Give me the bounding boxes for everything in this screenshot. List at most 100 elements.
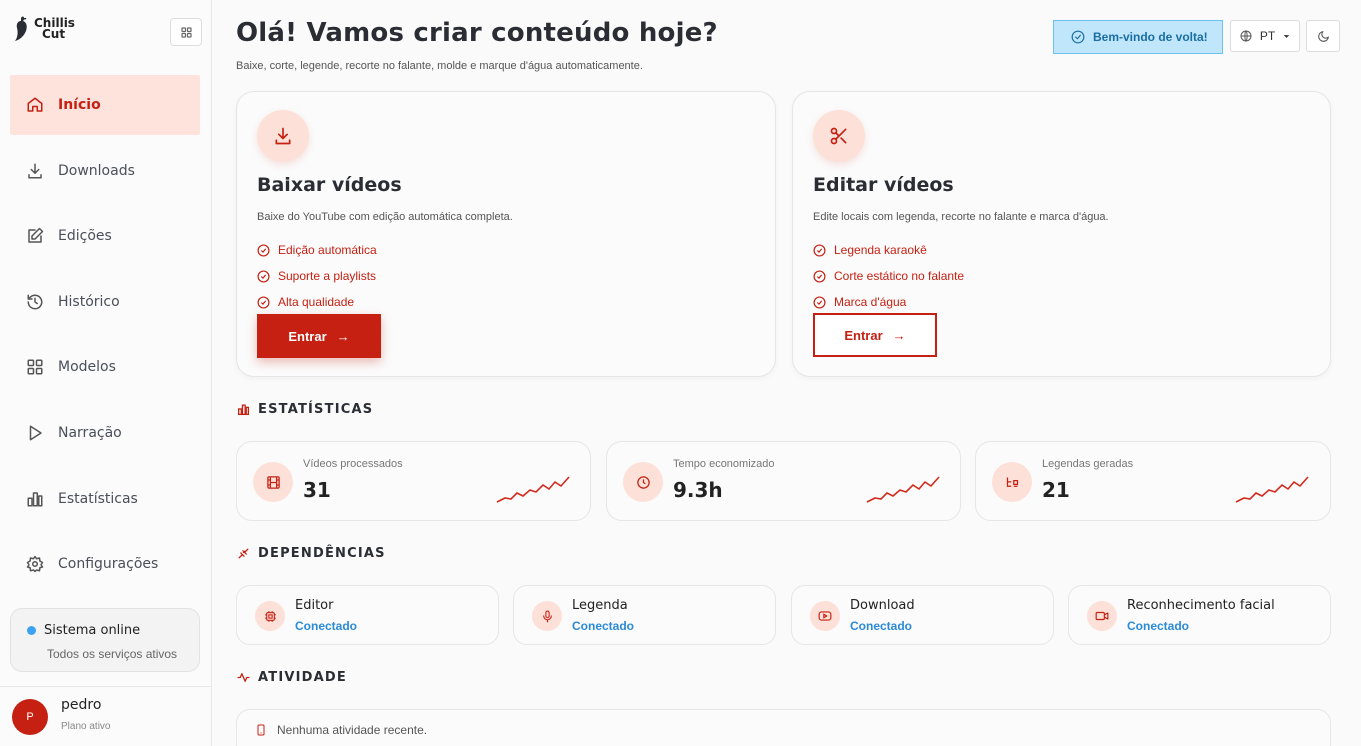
sidebar-item-label: Histórico: [58, 293, 120, 310]
dependency-editor: Editor Conectado: [236, 585, 499, 645]
logo[interactable]: Chillis Cut: [12, 16, 94, 42]
sparkline-chart: [496, 476, 570, 503]
theme-toggle-button[interactable]: [1306, 20, 1340, 52]
dep-status: Conectado: [850, 619, 913, 633]
enter-edits-button[interactable]: Entrar →: [813, 313, 937, 357]
feature-label: Alta qualidade: [278, 295, 355, 309]
card-description: Edite locais com legenda, recorte no fal…: [813, 211, 1109, 223]
dep-name: Legenda: [572, 598, 628, 613]
bar-chart-icon: [237, 404, 250, 416]
dep-name: Download: [850, 598, 915, 613]
section-title: DEPENDÊNCIAS: [258, 546, 386, 561]
check-circle-icon: [813, 269, 826, 283]
moon-icon: [1317, 30, 1329, 42]
sidebar-item-downloads[interactable]: Downloads: [10, 141, 200, 201]
welcome-text: Bem-vindo de volta!: [1093, 30, 1208, 44]
language-value: PT: [1259, 29, 1276, 43]
sparkline-chart: [866, 476, 940, 503]
clock-icon: [636, 475, 650, 489]
user-profile[interactable]: P pedro Plano ativo: [0, 686, 211, 746]
language-selector[interactable]: PT: [1230, 20, 1300, 52]
activity-panel: Nenhuma atividade recente.: [236, 709, 1331, 746]
dependency-download: Download Conectado: [791, 585, 1054, 645]
feature-list: Edição automática Suporte a playlists Al…: [257, 237, 377, 315]
sidebar-item-label: Modelos: [58, 359, 116, 376]
activity-empty-text: Nenhuma atividade recente.: [277, 723, 428, 737]
avatar[interactable]: P: [12, 699, 48, 735]
sidebar-nav: Início Downloads Edições Histórico Model…: [10, 75, 200, 600]
sidebar-item-inicio[interactable]: Início: [10, 75, 200, 135]
card-icon: [813, 110, 865, 162]
stat-card-subtitles: Legendas geradas 21: [975, 441, 1331, 521]
sidebar-item-narracao[interactable]: Narração: [10, 403, 200, 463]
scissors-icon: [830, 127, 847, 145]
dep-icon: [255, 601, 285, 631]
list-item: Alta qualidade: [257, 289, 377, 315]
logo-line2: Cut: [42, 27, 66, 41]
activity-heading: ATIVIDADE: [237, 670, 347, 685]
check-circle-icon: [257, 243, 270, 257]
sidebar-item-modelos[interactable]: Modelos: [10, 337, 200, 397]
youtube-icon: [818, 611, 832, 621]
stat-icon: [992, 462, 1032, 502]
home-icon: [27, 97, 43, 112]
dep-icon: [1087, 601, 1117, 631]
bar-chart-icon: [27, 491, 43, 507]
check-circle-icon: [257, 295, 270, 309]
stat-value: 9.3h: [673, 478, 723, 502]
card-description: Baixe do YouTube com edição automática c…: [257, 211, 513, 223]
status-dot-icon: [27, 626, 36, 635]
sidebar-item-historico[interactable]: Histórico: [10, 272, 200, 332]
feature-label: Legenda karaokê: [834, 243, 927, 257]
subtitles-icon: [1006, 477, 1018, 487]
sidebar-item-label: Início: [58, 97, 101, 113]
chevron-down-icon: [1283, 34, 1290, 38]
stat-card-videos: Vídeos processados 31: [236, 441, 591, 521]
list-item: Legenda karaokê: [813, 237, 964, 263]
dep-status: Conectado: [295, 619, 358, 633]
stat-label: Vídeos processados: [303, 458, 403, 470]
chili-logo-icon: [15, 16, 27, 41]
globe-icon: [1240, 30, 1252, 42]
sidebar-item-edicoes[interactable]: Edições: [10, 206, 200, 266]
cpu-icon: [264, 610, 276, 622]
check-circle-icon: [813, 243, 826, 257]
sidebar-item-estatisticas[interactable]: Estatísticas: [10, 469, 200, 529]
sidebar-item-label: Narração: [58, 424, 122, 441]
stat-label: Tempo economizado: [673, 458, 775, 470]
button-label: Entrar: [844, 327, 883, 343]
user-name: pedro: [61, 697, 102, 713]
feature-label: Marca d'água: [834, 295, 907, 309]
list-item: Corte estático no falante: [813, 263, 964, 289]
film-icon: [266, 475, 280, 489]
welcome-badge: Bem-vindo de volta!: [1053, 20, 1223, 54]
mic-icon: [542, 610, 552, 622]
system-status-text: Sistema online: [44, 623, 141, 638]
dependency-legenda: Legenda Conectado: [513, 585, 776, 645]
list-item: Edição automática: [257, 237, 377, 263]
section-title: ATIVIDADE: [258, 670, 347, 685]
feature-label: Corte estático no falante: [834, 269, 965, 283]
card-icon: [257, 110, 309, 162]
dep-name: Reconhecimento facial: [1127, 598, 1275, 613]
arrow-right-icon: →: [336, 328, 350, 344]
feature-label: Edição automática: [278, 243, 377, 257]
dependencies-heading: DEPENDÊNCIAS: [237, 546, 386, 561]
sidebar-toggle-button[interactable]: [170, 18, 202, 46]
system-status-title: Sistema online: [27, 623, 199, 638]
system-status-box: Sistema online Todos os serviços ativos: [10, 608, 200, 672]
plug-icon: [238, 548, 249, 559]
stat-icon: [623, 462, 663, 502]
download-card: Baixar vídeos Baixe do YouTube com ediçã…: [236, 91, 776, 377]
page-subtitle: Baixe, corte, legende, recorte no falant…: [236, 60, 643, 72]
sidebar-item-configuracoes[interactable]: Configurações: [10, 534, 200, 594]
check-circle-icon: [1071, 30, 1085, 44]
activity-icon: [237, 673, 250, 682]
dep-icon: [532, 601, 562, 631]
enter-downloads-button[interactable]: Entrar →: [257, 314, 381, 358]
sparkline-chart: [1235, 476, 1309, 503]
sidebar: Chillis Cut Início Downloads Edições His…: [0, 0, 212, 746]
logo-text: Chillis Cut: [34, 17, 94, 41]
grid-small-icon: [180, 26, 192, 38]
stat-value: 31: [303, 478, 331, 502]
